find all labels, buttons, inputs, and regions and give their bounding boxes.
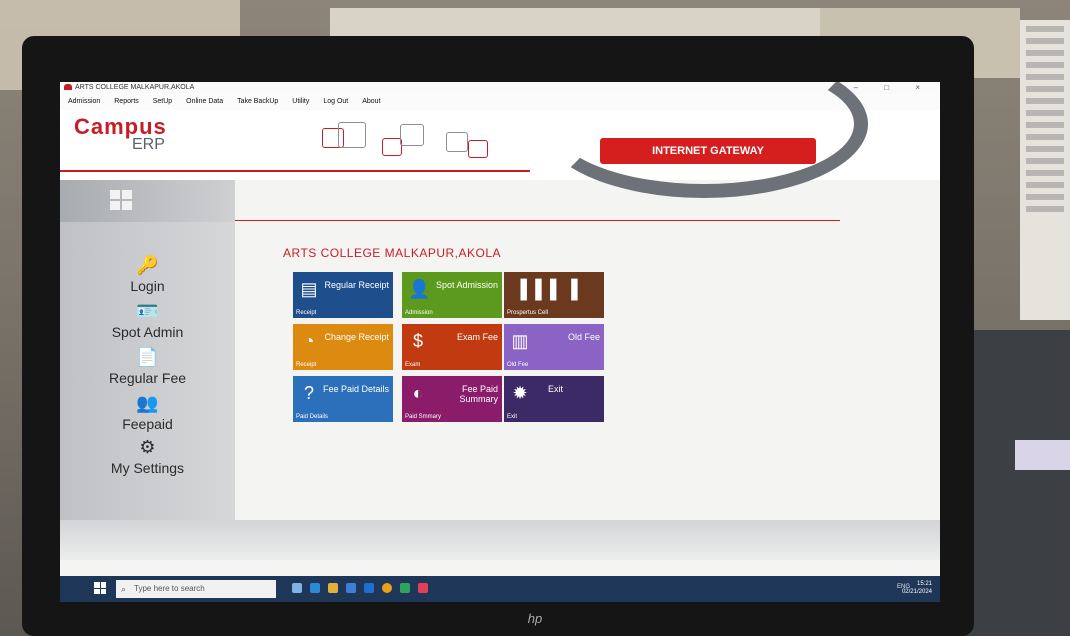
store-icon[interactable] xyxy=(346,583,356,593)
book-icon: ▥ xyxy=(511,331,529,351)
sidebar-item-label: Feepaid xyxy=(122,416,173,432)
sidebar-item-login[interactable]: 🔑 Login xyxy=(60,254,235,294)
clock-time: 15:21 xyxy=(916,581,932,587)
sticker xyxy=(1015,440,1070,470)
task-view-icon[interactable] xyxy=(292,583,302,593)
app-icon xyxy=(64,84,72,91)
tile-sub: Old Fee xyxy=(507,362,529,368)
college-name: ARTS COLLEGE MALKAPUR,AKOLA xyxy=(283,246,502,260)
tile-fee-paid-summary[interactable]: ◐ Fee Paid Summary Paid Smmary xyxy=(402,376,502,422)
search-placeholder: Type here to search xyxy=(134,584,205,593)
wall-sheet xyxy=(1020,20,1070,320)
tile-spot-admission[interactable]: 👤 Spot Admission Admission xyxy=(402,272,502,318)
tile-sub: Receipt xyxy=(296,310,317,316)
clock-date: 02/21/2024 xyxy=(901,589,932,595)
document-icon: 📄 xyxy=(136,347,159,367)
file-explorer-icon[interactable] xyxy=(328,583,338,593)
tile-sub: Exam xyxy=(405,362,421,368)
menu-setup[interactable]: SetUp xyxy=(153,98,172,105)
sidebar-item-label: My Settings xyxy=(110,460,185,476)
windows-start-icon[interactable] xyxy=(94,582,106,594)
tile-fee-paid-details[interactable]: ? Fee Paid Details Paid Details xyxy=(293,376,393,422)
grid-icon xyxy=(110,190,132,210)
tile-label: Change Receipt xyxy=(324,332,389,342)
header-banner: Campus ERP INTERNET GATEWAY xyxy=(60,82,940,198)
campus-erp-logo: Campus ERP xyxy=(74,114,167,154)
pie-icon: ◔ xyxy=(303,331,315,351)
edge-icon[interactable] xyxy=(310,583,320,593)
app-icon[interactable] xyxy=(418,583,428,593)
tile-label: Old Fee xyxy=(567,332,600,342)
tile-prospertus-cell[interactable]: ▌▌▌▐ Prospertus Cell xyxy=(504,272,604,318)
footer-band xyxy=(60,520,940,560)
tile-regular-receipt[interactable]: ▤ Regular Receipt Receipt xyxy=(293,272,393,318)
taskbar-clock[interactable]: 15:21 02/21/2024 xyxy=(902,580,932,596)
crescent-icon: ◐ xyxy=(412,383,424,403)
menu-utility[interactable]: Utility xyxy=(292,98,309,105)
logo-line2: ERP xyxy=(132,136,165,153)
decor-square xyxy=(382,138,402,156)
dollar-icon: $ xyxy=(412,331,423,351)
decor-square xyxy=(338,122,366,148)
tile-sub: Exit xyxy=(507,414,518,420)
tile-sub: Receipt xyxy=(296,362,317,368)
student-card-icon: 🪪 xyxy=(136,301,159,321)
decor-square xyxy=(446,132,468,152)
tile-label: Fee Paid Details xyxy=(322,384,389,394)
key-icon: 🔑 xyxy=(136,255,159,275)
tile-sub: Prospertus Cell xyxy=(507,310,549,316)
app-icon[interactable] xyxy=(400,583,410,593)
header-rule xyxy=(60,170,530,172)
content-rule xyxy=(235,220,840,221)
settings-users-icon: ⚙ xyxy=(139,437,156,457)
monitor-brand-logo: hp xyxy=(527,611,543,626)
tile-exit[interactable]: ✹ Exit Exit xyxy=(504,376,604,422)
internet-gateway-button[interactable]: INTERNET GATEWAY xyxy=(600,138,816,164)
question-icon: ? xyxy=(303,383,314,403)
taskbar-search-input[interactable]: ⌕ Type here to search xyxy=(116,580,276,598)
window-title: ARTS COLLEGE MALKAPUR,AKOLA xyxy=(75,84,195,91)
person-icon: 👤 xyxy=(408,279,431,299)
sidebar-top xyxy=(60,180,235,222)
tile-label: Exam Fee xyxy=(456,332,498,342)
sidebar-item-regular-fee[interactable]: 📄 Regular Fee xyxy=(60,346,235,386)
tile-sub: Admission xyxy=(405,310,433,316)
menu-admission[interactable]: Admission xyxy=(68,98,100,105)
window-controls[interactable]: – □ × xyxy=(854,82,932,94)
sidebar-item-label: Login xyxy=(130,278,165,294)
tile-change-receipt[interactable]: ◔ Change Receipt Receipt xyxy=(293,324,393,370)
menu-reports[interactable]: Reports xyxy=(114,98,139,105)
search-icon: ⌕ xyxy=(121,584,127,594)
decor-square xyxy=(468,140,488,158)
tile-exam-fee[interactable]: $ Exam Fee Exam xyxy=(402,324,502,370)
sidebar: 🔑 Login 🪪 Spot Admin 📄 Regular Fee 👥 Fee… xyxy=(60,180,235,520)
screen: ARTS COLLEGE MALKAPUR,AKOLA – □ × Admiss… xyxy=(60,82,940,602)
sidebar-item-spot-admin[interactable]: 🪪 Spot Admin xyxy=(60,300,235,340)
tile-sub: Paid Details xyxy=(296,414,329,420)
users-icon: 👥 xyxy=(136,393,159,413)
sidebar-item-label: Regular Fee xyxy=(108,370,187,386)
tile-label: Spot Admission xyxy=(435,280,498,290)
menu-about[interactable]: About xyxy=(362,98,380,105)
mail-icon[interactable] xyxy=(364,583,374,593)
sidebar-item-feepaid[interactable]: 👥 Feepaid xyxy=(60,392,235,432)
sidebar-item-my-settings[interactable]: ⚙ My Settings xyxy=(60,436,235,476)
taskbar: ⌕ Type here to search ENG 15:21 02/21/20… xyxy=(60,576,940,602)
menu-take-backup[interactable]: Take BackUp xyxy=(237,98,278,105)
bars-chart-icon: ▌▌▌▐ xyxy=(520,279,580,299)
tile-label: Fee Paid Summary xyxy=(459,384,498,404)
tile-label: Regular Receipt xyxy=(324,280,389,290)
tile-label: Exit xyxy=(548,384,564,394)
receipt-icon: ▤ xyxy=(300,279,318,299)
chrome-icon[interactable] xyxy=(382,583,392,593)
sidebar-item-label: Spot Admin xyxy=(111,324,184,340)
decor-square xyxy=(400,124,424,146)
menu-log-out[interactable]: Log Out xyxy=(323,98,348,105)
tile-sub: Paid Smmary xyxy=(405,414,442,420)
gear-sun-icon: ✹ xyxy=(512,383,528,403)
tile-old-fee[interactable]: ▥ Old Fee Old Fee xyxy=(504,324,604,370)
menu-online-data[interactable]: Online Data xyxy=(186,98,223,105)
